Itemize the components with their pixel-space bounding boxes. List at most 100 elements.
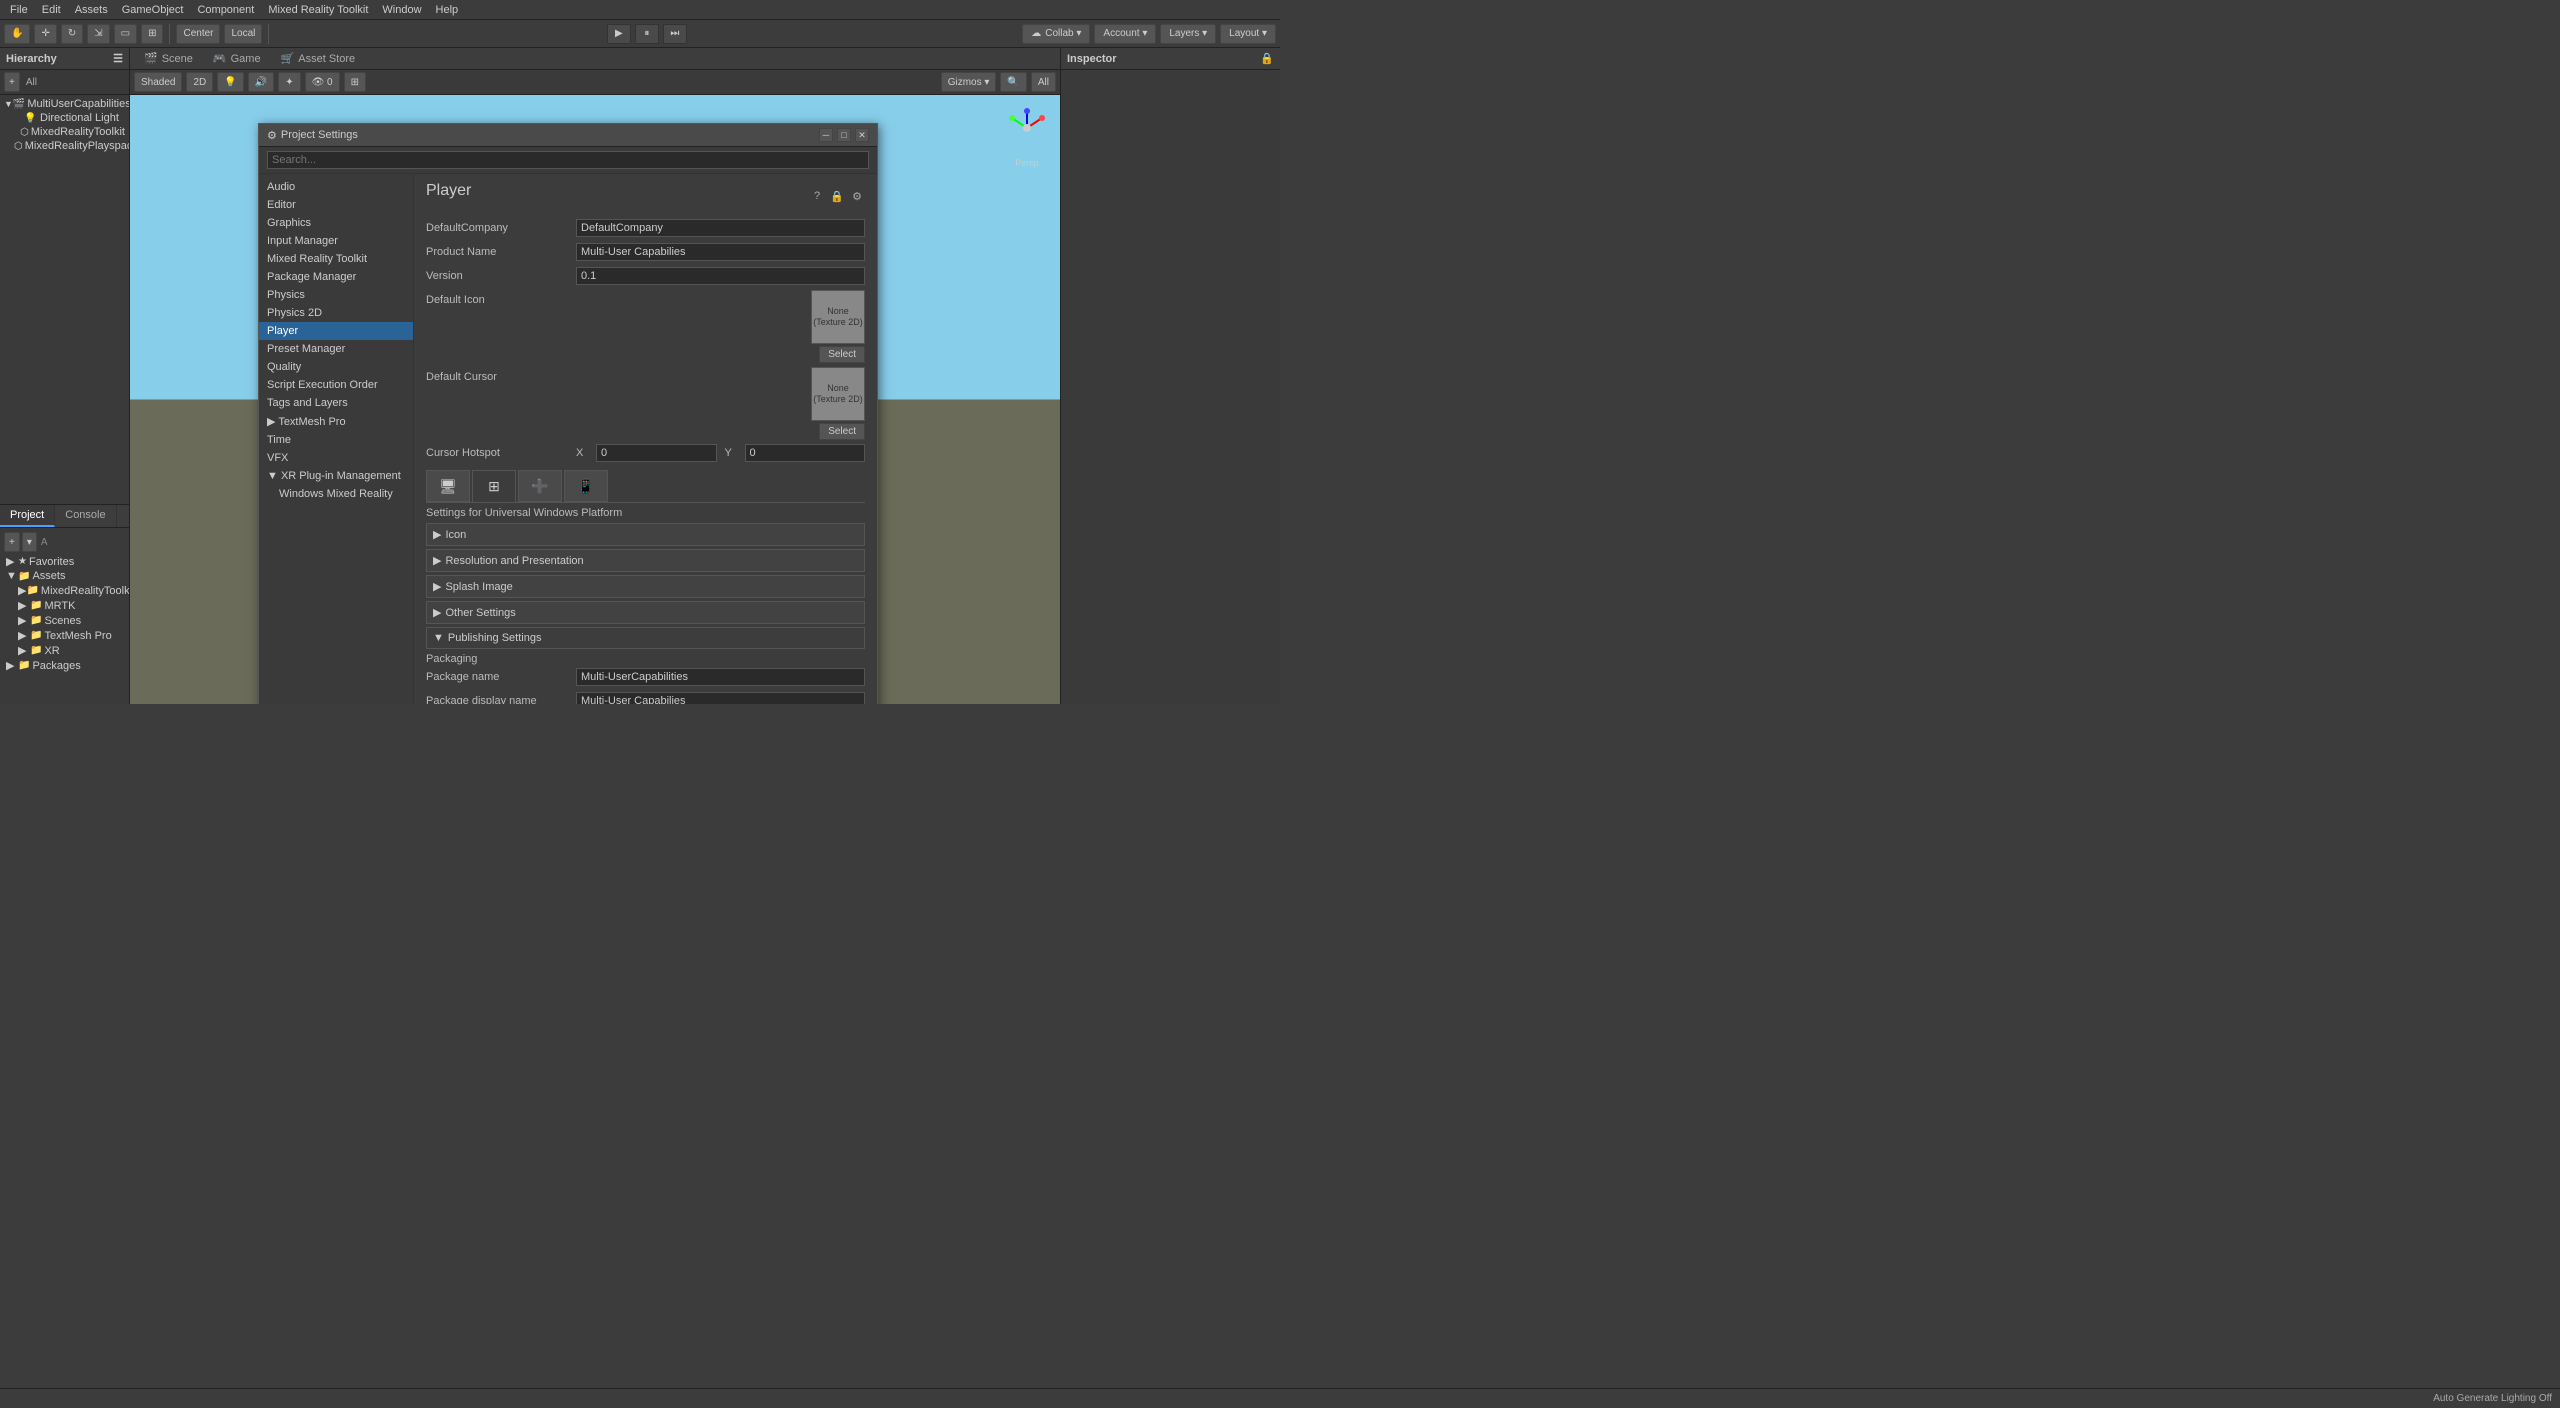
asset-options-btn[interactable]: ▾ bbox=[22, 532, 37, 552]
hierarchy-item-scene[interactable]: ▼ 🎬 MultiUserCapabilities bbox=[2, 97, 127, 111]
hierarchy-add-btn[interactable]: + bbox=[4, 72, 20, 92]
folder-packages[interactable]: ▶ 📁 Packages bbox=[4, 658, 125, 673]
publishing-section-header[interactable]: ▼ Publishing Settings bbox=[426, 627, 865, 649]
tool-transform[interactable]: ⊞ bbox=[141, 24, 163, 44]
asset-content: + ▾ A ▶ ★ Favorites ▼ 📁 Assets ▶ 📁 bbox=[0, 528, 129, 704]
settings-mrtk[interactable]: Mixed Reality Toolkit bbox=[259, 250, 413, 268]
icon-section-header[interactable]: ▶ Icon bbox=[426, 523, 865, 546]
shaded-dropdown[interactable]: Shaded bbox=[134, 72, 182, 92]
settings-editor[interactable]: Editor bbox=[259, 196, 413, 214]
settings-audio[interactable]: Audio bbox=[259, 178, 413, 196]
tab-asset-store[interactable]: 🛒 Asset Store bbox=[271, 48, 366, 69]
other-section-header[interactable]: ▶ Other Settings bbox=[426, 601, 865, 624]
settings-physics[interactable]: Physics bbox=[259, 286, 413, 304]
pivot-local[interactable]: Local bbox=[224, 24, 262, 44]
pivot-center[interactable]: Center bbox=[176, 24, 220, 44]
package-display-name-input[interactable] bbox=[576, 692, 865, 704]
company-name-input[interactable] bbox=[576, 219, 865, 237]
menu-window[interactable]: Window bbox=[376, 2, 427, 18]
hidden-objects-btn[interactable]: 👁 0 bbox=[305, 72, 340, 92]
hotspot-y-input[interactable] bbox=[745, 444, 866, 462]
lights-btn[interactable]: 💡 bbox=[217, 72, 243, 92]
tab-scene[interactable]: 🎬 Scene bbox=[134, 48, 203, 69]
hierarchy-item-mrtk[interactable]: ⬡ MixedRealityToolkit bbox=[2, 125, 127, 139]
tool-rect[interactable]: ▭ bbox=[114, 24, 137, 44]
hierarchy-menu-icon[interactable]: ☰ bbox=[113, 52, 123, 65]
step-button[interactable]: ⏭ bbox=[663, 24, 687, 44]
layout-button[interactable]: Layout ▾ bbox=[1220, 24, 1276, 44]
menu-file[interactable]: File bbox=[4, 2, 34, 18]
menu-edit[interactable]: Edit bbox=[36, 2, 67, 18]
all-btn[interactable]: All bbox=[1031, 72, 1056, 92]
platform-tab-xbox[interactable]: ➕ bbox=[518, 470, 562, 502]
tool-hand[interactable]: ✋ bbox=[4, 24, 30, 44]
version-input[interactable] bbox=[576, 267, 865, 285]
2d-btn[interactable]: 2D bbox=[186, 72, 213, 92]
platform-tab-desktop[interactable]: 🖥 bbox=[426, 470, 470, 502]
inspector-lock-icon[interactable]: 🔒 bbox=[1260, 52, 1274, 65]
tool-scale[interactable]: ⇲ bbox=[87, 24, 109, 44]
folder-mrtk-generated[interactable]: ▶ 📁 MixedRealityToolkit.Generated bbox=[4, 583, 125, 598]
menu-assets[interactable]: Assets bbox=[69, 2, 114, 18]
icon-select-btn[interactable]: Select bbox=[819, 346, 865, 363]
tab-project[interactable]: Project bbox=[0, 505, 55, 527]
hierarchy-item-playspace[interactable]: ⬡ MixedRealityPlayspace bbox=[2, 139, 127, 153]
tool-rotate[interactable]: ↻ bbox=[61, 24, 83, 44]
menu-gameobject[interactable]: GameObject bbox=[116, 2, 190, 18]
settings-vfx[interactable]: VFX bbox=[259, 449, 413, 467]
settings-script-execution[interactable]: Script Execution Order bbox=[259, 376, 413, 394]
tool-move[interactable]: ✛ bbox=[34, 24, 56, 44]
settings-lock-btn[interactable]: 🔒 bbox=[829, 188, 845, 204]
package-name-input[interactable] bbox=[576, 668, 865, 686]
play-button[interactable]: ▶ bbox=[607, 24, 631, 44]
tab-game[interactable]: 🎮 Game bbox=[203, 48, 271, 69]
search-btn[interactable]: 🔍 bbox=[1000, 72, 1026, 92]
platform-tab-uwp[interactable]: ⊞ bbox=[472, 470, 516, 502]
menu-help[interactable]: Help bbox=[430, 2, 465, 18]
gizmos-btn[interactable]: Gizmos ▾ bbox=[941, 72, 997, 92]
pause-button[interactable]: ⏸ bbox=[635, 24, 659, 44]
account-button[interactable]: Account ▾ bbox=[1094, 24, 1156, 44]
dialog-maximize-btn[interactable]: □ bbox=[837, 128, 851, 142]
settings-preset-manager[interactable]: Preset Manager bbox=[259, 340, 413, 358]
dialog-close-btn[interactable]: ✕ bbox=[855, 128, 869, 142]
tab-console[interactable]: Console bbox=[55, 505, 116, 527]
settings-graphics[interactable]: Graphics bbox=[259, 214, 413, 232]
settings-player[interactable]: Player bbox=[259, 322, 413, 340]
layers-button[interactable]: Layers ▾ bbox=[1160, 24, 1216, 44]
settings-input-manager[interactable]: Input Manager bbox=[259, 232, 413, 250]
folder-scenes[interactable]: ▶ 📁 Scenes bbox=[4, 613, 125, 628]
folder-mrtk[interactable]: ▶ 📁 MRTK bbox=[4, 598, 125, 613]
settings-search-input[interactable] bbox=[267, 151, 869, 169]
hotspot-x-input[interactable] bbox=[596, 444, 717, 462]
dialog-minimize-btn[interactable]: ─ bbox=[819, 128, 833, 142]
settings-xr[interactable]: ▼ XR Plug-in Management bbox=[259, 467, 413, 485]
asset-add-btn[interactable]: + bbox=[4, 532, 20, 552]
settings-help-btn[interactable]: ? bbox=[809, 188, 825, 204]
settings-time[interactable]: Time bbox=[259, 431, 413, 449]
settings-physics2d[interactable]: Physics 2D bbox=[259, 304, 413, 322]
folder-xr[interactable]: ▶ 📁 XR bbox=[4, 643, 125, 658]
product-name-input[interactable] bbox=[576, 243, 865, 261]
platform-tab-mobile[interactable]: 📱 bbox=[564, 470, 608, 502]
settings-windows-mixed[interactable]: Windows Mixed Reality bbox=[259, 485, 413, 503]
settings-tags-layers[interactable]: Tags and Layers bbox=[259, 394, 413, 412]
grid-btn[interactable]: ⊞ bbox=[344, 72, 366, 92]
menu-mrtk[interactable]: Mixed Reality Toolkit bbox=[262, 2, 374, 18]
settings-textmesh[interactable]: ▶ TextMesh Pro bbox=[259, 412, 413, 431]
menu-component[interactable]: Component bbox=[191, 2, 260, 18]
cursor-select-btn[interactable]: Select bbox=[819, 423, 865, 440]
folder-textmesh[interactable]: ▶ 📁 TextMesh Pro bbox=[4, 628, 125, 643]
hierarchy-item-light[interactable]: 💡 Directional Light bbox=[2, 111, 127, 125]
folder-scenes-arrow: ▶ bbox=[18, 614, 30, 627]
audio-btn[interactable]: 🔊 bbox=[248, 72, 274, 92]
fx-btn[interactable]: ✦ bbox=[278, 72, 300, 92]
settings-gear-btn[interactable]: ⚙ bbox=[849, 188, 865, 204]
settings-quality[interactable]: Quality bbox=[259, 358, 413, 376]
resolution-section-header[interactable]: ▶ Resolution and Presentation bbox=[426, 549, 865, 572]
collab-button[interactable]: ☁ Collab ▾ bbox=[1022, 24, 1090, 44]
assets-root-folder[interactable]: ▼ 📁 Assets bbox=[4, 569, 125, 583]
splash-section-header[interactable]: ▶ Splash Image bbox=[426, 575, 865, 598]
favorites-folder[interactable]: ▶ ★ Favorites bbox=[4, 554, 125, 569]
settings-package-manager[interactable]: Package Manager bbox=[259, 268, 413, 286]
